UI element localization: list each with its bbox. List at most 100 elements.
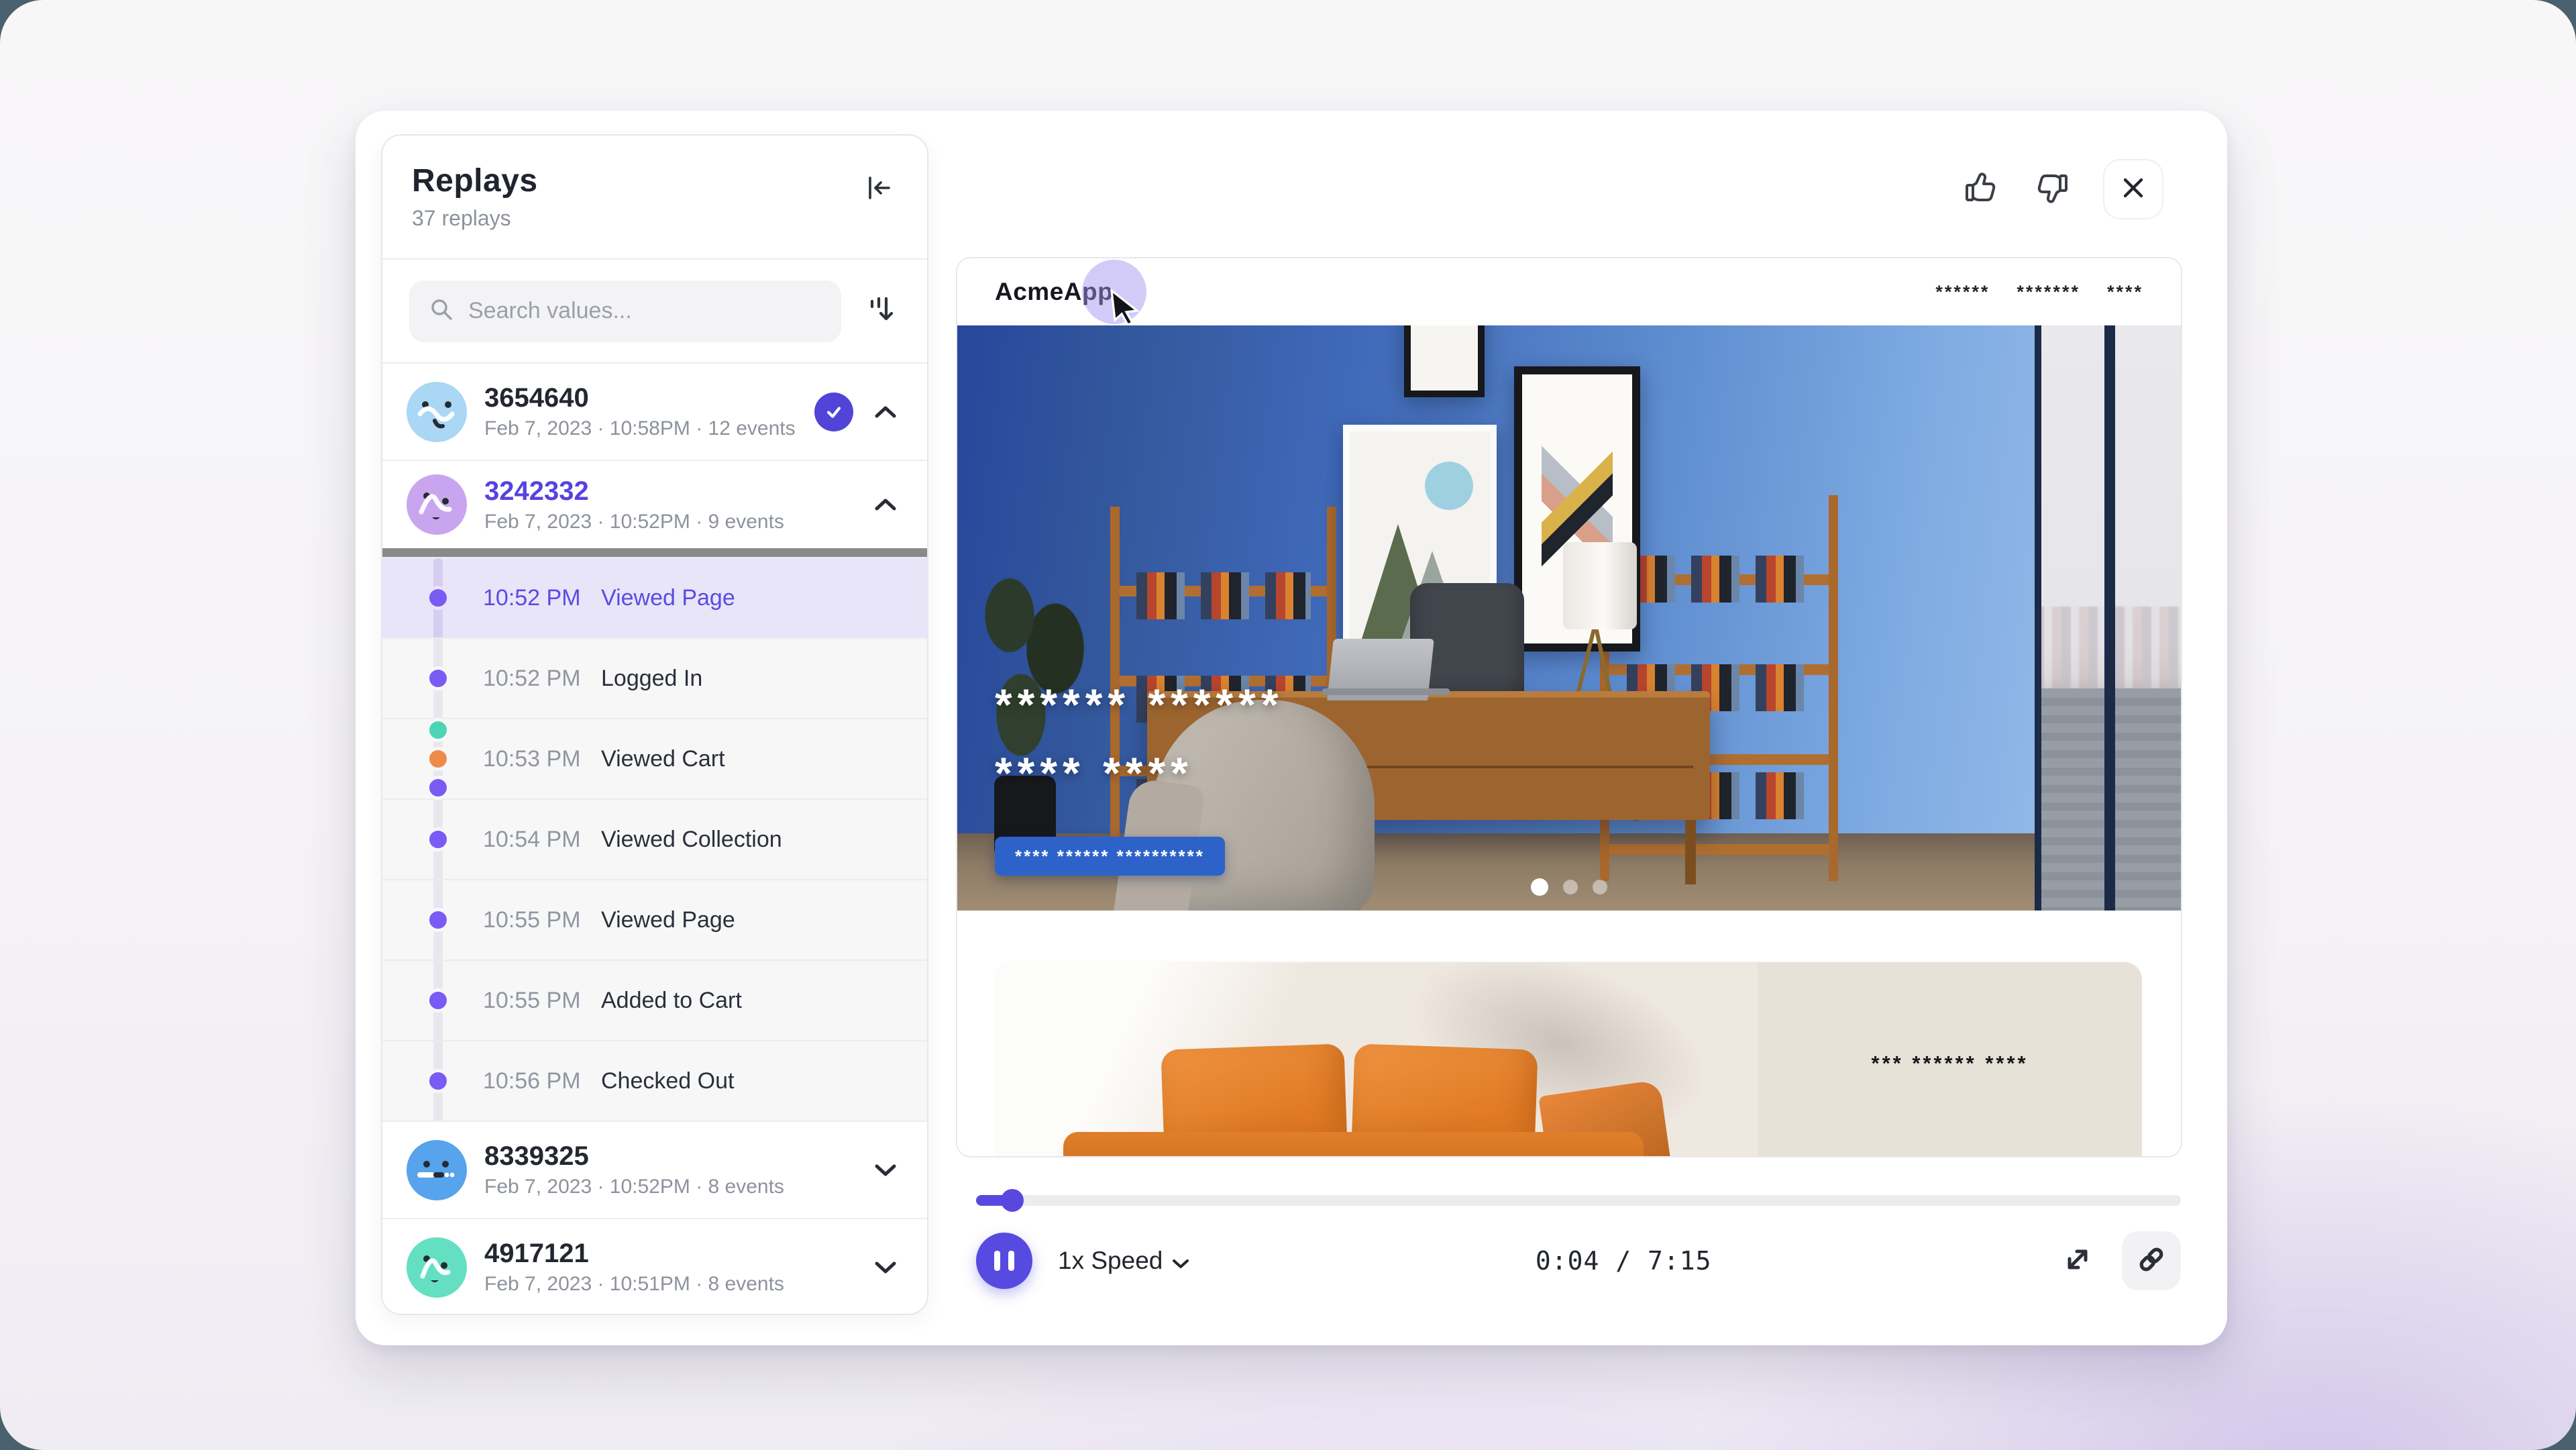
avatar: [407, 474, 467, 535]
player-top-actions: [1961, 159, 2163, 219]
lamp: [1563, 542, 1637, 629]
event-label: Added to Cart: [601, 988, 742, 1014]
wall-art-small: [1404, 325, 1485, 397]
product-photo: [995, 962, 1758, 1157]
nav-item-masked: *******: [2017, 282, 2080, 303]
link-icon: [2135, 1243, 2167, 1279]
sort-button[interactable]: [860, 291, 900, 331]
page-background: Replays 37 replays: [0, 0, 2576, 1450]
session-row[interactable]: 4917121 Feb 7, 2023 · 10:51PM · 8 events: [382, 1219, 927, 1314]
playback-scrub-handle[interactable]: [1001, 1189, 1024, 1212]
replay-modal: Replays 37 replays: [356, 111, 2227, 1345]
event-label: Viewed Page: [601, 907, 735, 933]
session-meta: Feb 7, 2023 · 10:52PM · 9 events: [484, 511, 853, 533]
session-row[interactable]: 8339325 Feb 7, 2023 · 10:52PM · 8 events: [382, 1122, 927, 1219]
event-time: 10:52 PM: [483, 585, 581, 611]
sofa-seat: [1063, 1132, 1643, 1157]
avatar: [407, 1237, 467, 1298]
event-label: Logged In: [601, 666, 702, 692]
carousel-dots: [957, 878, 2181, 896]
speed-dropdown[interactable]: 1x Speed: [1058, 1247, 1189, 1275]
pause-button[interactable]: [976, 1233, 1032, 1289]
replay-count: 37 replays: [412, 206, 898, 231]
page-title: Replays: [412, 162, 898, 199]
event-row[interactable]: 10:52 PM Logged In: [382, 639, 927, 719]
speed-label: 1x Speed: [1058, 1247, 1163, 1275]
event-label: Checked Out: [601, 1068, 734, 1094]
event-marker-dots: [425, 718, 451, 800]
session-info: 3654640 Feb 7, 2023 · 10:58PM · 12 event…: [484, 383, 797, 440]
event-time: 10:52 PM: [483, 666, 581, 692]
session-id: 4917121: [484, 1239, 853, 1269]
thumbs-down-icon: [2033, 169, 2071, 210]
event-row[interactable]: 10:56 PM Checked Out: [382, 1041, 927, 1122]
avatar: [407, 382, 467, 442]
event-marker-dots: [425, 988, 451, 1013]
chevron-up-icon[interactable]: [871, 490, 900, 519]
close-button[interactable]: [2103, 159, 2163, 219]
session-progress-bar[interactable]: [382, 548, 927, 557]
event-row[interactable]: 10:52 PM Viewed Page: [382, 558, 927, 639]
search-box[interactable]: [409, 280, 841, 342]
event-time: 10:55 PM: [483, 988, 581, 1014]
carousel-dot: [1531, 878, 1548, 896]
event-marker-dots: [425, 827, 451, 851]
sort-descending-icon: [864, 293, 896, 329]
search-row: [382, 260, 927, 364]
playback-controls: 1x Speed 0:04 / 7:15: [976, 1230, 2181, 1292]
copy-link-button[interactable]: [2122, 1231, 2181, 1290]
replayed-site-body: *** ****** ****: [957, 911, 2181, 1157]
pause-icon: [994, 1251, 1014, 1271]
session-meta: Feb 7, 2023 · 10:52PM · 8 events: [484, 1176, 853, 1198]
event-marker-dots: [425, 908, 451, 932]
cursor-icon: [1110, 289, 1141, 327]
event-timeline: 10:52 PM Viewed Page 10:52 PM Logged In …: [382, 558, 927, 1122]
chevron-up-icon[interactable]: [871, 397, 900, 427]
chevron-down-icon: [1172, 1247, 1189, 1275]
search-icon: [428, 296, 455, 326]
event-marker-dots: [425, 1069, 451, 1093]
search-input[interactable]: [467, 297, 822, 325]
carousel-dot: [1593, 880, 1607, 894]
replays-sidebar: Replays 37 replays: [381, 134, 928, 1315]
chevron-down-icon[interactable]: [871, 1253, 900, 1282]
fullscreen-button[interactable]: [2057, 1241, 2098, 1281]
expand-icon: [2061, 1243, 2094, 1280]
window-frame: [2104, 325, 2115, 911]
event-label: Viewed Collection: [601, 827, 782, 853]
event-row[interactable]: 10:55 PM Viewed Page: [382, 880, 927, 961]
window-view: [2035, 325, 2181, 911]
hero-masked-line1: ****** ******: [995, 682, 1284, 727]
nav-item-masked: ****: [2107, 282, 2143, 303]
laptop-base: [1322, 688, 1450, 695]
thumbs-up-button[interactable]: [1961, 169, 2001, 209]
event-row[interactable]: 10:54 PM Viewed Collection: [382, 800, 927, 880]
event-row[interactable]: 10:55 PM Added to Cart: [382, 961, 927, 1041]
session-row[interactable]: 3242332 Feb 7, 2023 · 10:52PM · 9 events: [382, 461, 927, 558]
sidebar-header: Replays 37 replays: [382, 136, 927, 260]
collapse-left-icon: [863, 172, 894, 207]
event-time: 10:53 PM: [483, 746, 581, 772]
replayed-site-header: AcmeApp ****** ******* ****: [957, 258, 2181, 325]
session-info: 3242332 Feb 7, 2023 · 10:52PM · 9 events: [484, 476, 853, 533]
collapse-sidebar-button[interactable]: [860, 170, 898, 208]
chevron-down-icon[interactable]: [871, 1155, 900, 1185]
session-id: 3654640: [484, 383, 797, 413]
site-nav-masked: ****** ******* ****: [1935, 282, 2143, 303]
hero-image: ****** ****** **** **** **** ****** ****…: [957, 325, 2181, 911]
hero-masked-heading: ****** ****** **** ****: [995, 682, 1284, 795]
playback-progress-bar[interactable]: [976, 1195, 2181, 1206]
event-row[interactable]: 10:53 PM Viewed Cart: [382, 719, 927, 800]
thumbs-up-icon: [1962, 169, 2000, 210]
time-display: 0:04 / 7:15: [1536, 1246, 1712, 1276]
event-time: 10:54 PM: [483, 827, 581, 853]
session-info: 4917121 Feb 7, 2023 · 10:51PM · 8 events: [484, 1239, 853, 1296]
nav-item-masked: ******: [1935, 282, 1990, 303]
event-label: Viewed Page: [601, 585, 735, 611]
session-row[interactable]: 3654640 Feb 7, 2023 · 10:58PM · 12 event…: [382, 364, 927, 461]
carousel-dot: [1563, 880, 1578, 894]
event-label: Viewed Cart: [601, 746, 725, 772]
product-card: *** ****** ****: [995, 962, 2142, 1157]
product-info: *** ****** ****: [1758, 962, 2142, 1157]
thumbs-down-button[interactable]: [2032, 169, 2072, 209]
